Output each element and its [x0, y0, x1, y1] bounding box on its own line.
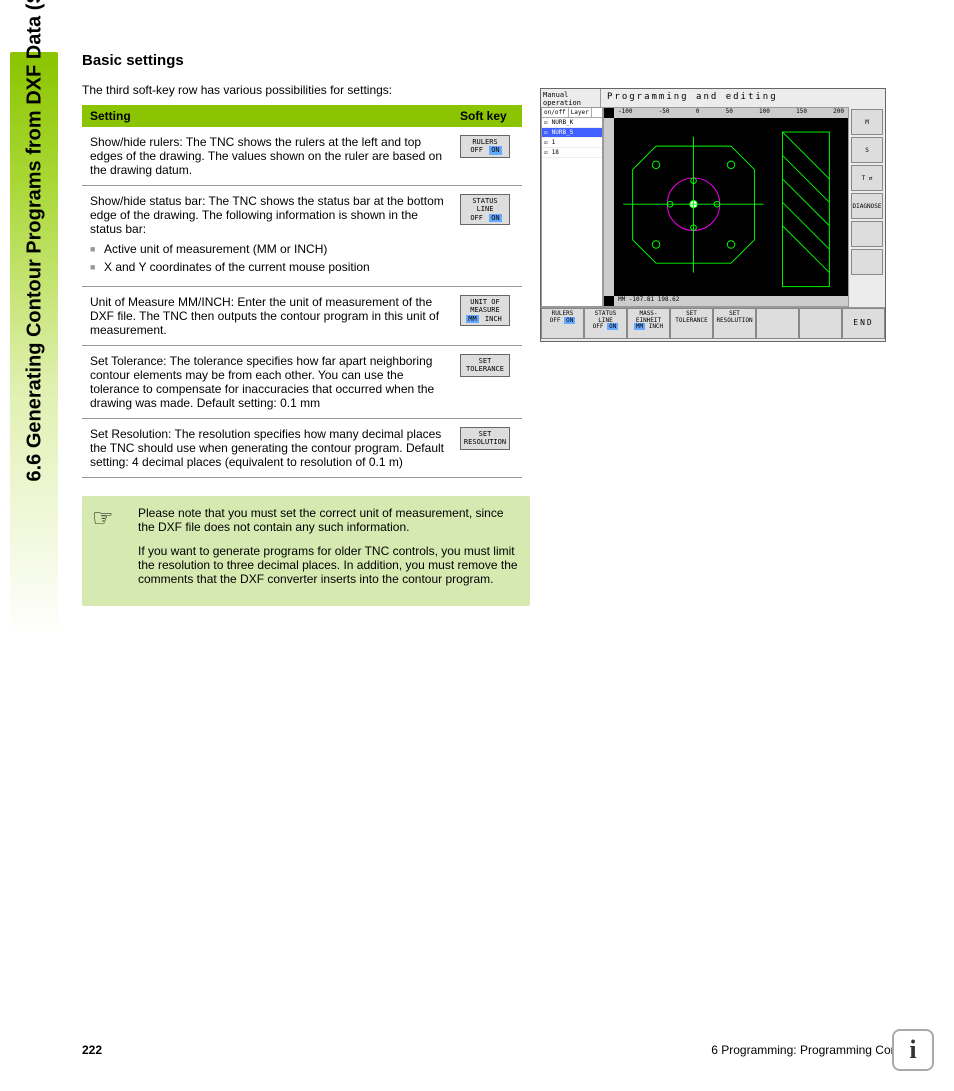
sk-end[interactable]: END	[842, 308, 885, 339]
page-footer: 222 6 Programming: Programming Contours	[82, 1043, 924, 1057]
table-row: Show/hide status bar: The TNC shows the …	[82, 186, 522, 287]
sk-unit[interactable]: MASS-EINHEITMM INCH	[627, 308, 670, 339]
note-p2: If you want to generate programs for old…	[138, 544, 520, 586]
hand-point-icon: ☞	[92, 504, 114, 533]
softkey-row: RULERSOFF ON STATUSLINEOFF ON MASS-EINHE…	[541, 307, 885, 339]
section-title-vertical: 6.6 Generating Contour Programs from DXF…	[24, 0, 47, 482]
setting-desc: Set Resolution: The resolution specifies…	[82, 419, 452, 478]
tnc-screenshot: Manual operation Programming and editing…	[540, 88, 886, 342]
side-btn-t[interactable]: T ⇄	[851, 165, 883, 191]
setting-desc: Unit of Measure MM/INCH: Enter the unit …	[82, 287, 452, 346]
cad-drawing	[614, 118, 848, 296]
mode-label: Manual operation	[541, 89, 601, 107]
status-bar-text: MM -107.81 198.62	[614, 296, 848, 306]
sk-rulers[interactable]: RULERSOFF ON	[541, 308, 584, 339]
page-number: 222	[82, 1043, 102, 1057]
info-icon: i	[892, 1029, 934, 1071]
settings-table: Setting Soft key Show/hide rulers: The T…	[82, 105, 522, 478]
sk-empty[interactable]	[799, 308, 842, 339]
side-btn-empty[interactable]	[851, 249, 883, 275]
softkey-rulers: RULERS OFF ON	[460, 135, 510, 158]
right-toolbar: M S T ⇄ DIAGNOSE	[849, 107, 885, 307]
note-box: ☞ Please note that you must set the corr…	[82, 496, 530, 606]
table-row: Set Tolerance: The tolerance specifies h…	[82, 346, 522, 419]
list-item: Active unit of measurement (MM or INCH)	[90, 242, 444, 256]
heading-basic-settings: Basic settings	[82, 52, 522, 69]
intro-text: The third soft-key row has various possi…	[82, 83, 522, 97]
side-btn-diagnose[interactable]: DIAGNOSE	[851, 193, 883, 219]
setting-desc: Set Tolerance: The tolerance specifies h…	[82, 346, 452, 419]
softkey-tolerance: SET TOLERANCE	[460, 354, 510, 377]
softkey-unit: UNIT OF MEASURE MM INCH	[460, 295, 510, 326]
note-p1: Please note that you must set the correc…	[138, 506, 520, 534]
softkey-resolution: SET RESOLUTION	[460, 427, 510, 450]
side-btn-m[interactable]: M	[851, 109, 883, 135]
layer-panel: on/offLayer ☑NURB_K ☑NURB_S ☑1 ☑18	[541, 107, 603, 307]
sk-empty[interactable]	[756, 308, 799, 339]
side-btn-s[interactable]: S	[851, 137, 883, 163]
setting-desc: Show/hide status bar: The TNC shows the …	[82, 186, 452, 287]
setting-desc: Show/hide rulers: The TNC shows the rule…	[82, 127, 452, 186]
table-row: Unit of Measure MM/INCH: Enter the unit …	[82, 287, 522, 346]
sk-status-line[interactable]: STATUSLINEOFF ON	[584, 308, 627, 339]
col-softkey: Soft key	[452, 105, 522, 127]
side-btn-empty[interactable]	[851, 221, 883, 247]
table-row: Set Resolution: The resolution specifies…	[82, 419, 522, 478]
drawing-viewport: -100-50050100150200	[603, 107, 849, 307]
ruler-vertical	[604, 118, 614, 296]
list-item: X and Y coordinates of the current mouse…	[90, 260, 444, 274]
screen-title: Programming and editing	[601, 89, 885, 107]
ruler-horizontal: -100-50050100150200	[614, 108, 848, 118]
softkey-status-line: STATUS LINE OFF ON	[460, 194, 510, 225]
table-row: Show/hide rulers: The TNC shows the rule…	[82, 127, 522, 186]
main-content: Basic settings The third soft-key row ha…	[82, 52, 522, 606]
col-setting: Setting	[82, 105, 452, 127]
sk-tolerance[interactable]: SETTOLERANCE	[670, 308, 713, 339]
sk-resolution[interactable]: SETRESOLUTION	[713, 308, 756, 339]
